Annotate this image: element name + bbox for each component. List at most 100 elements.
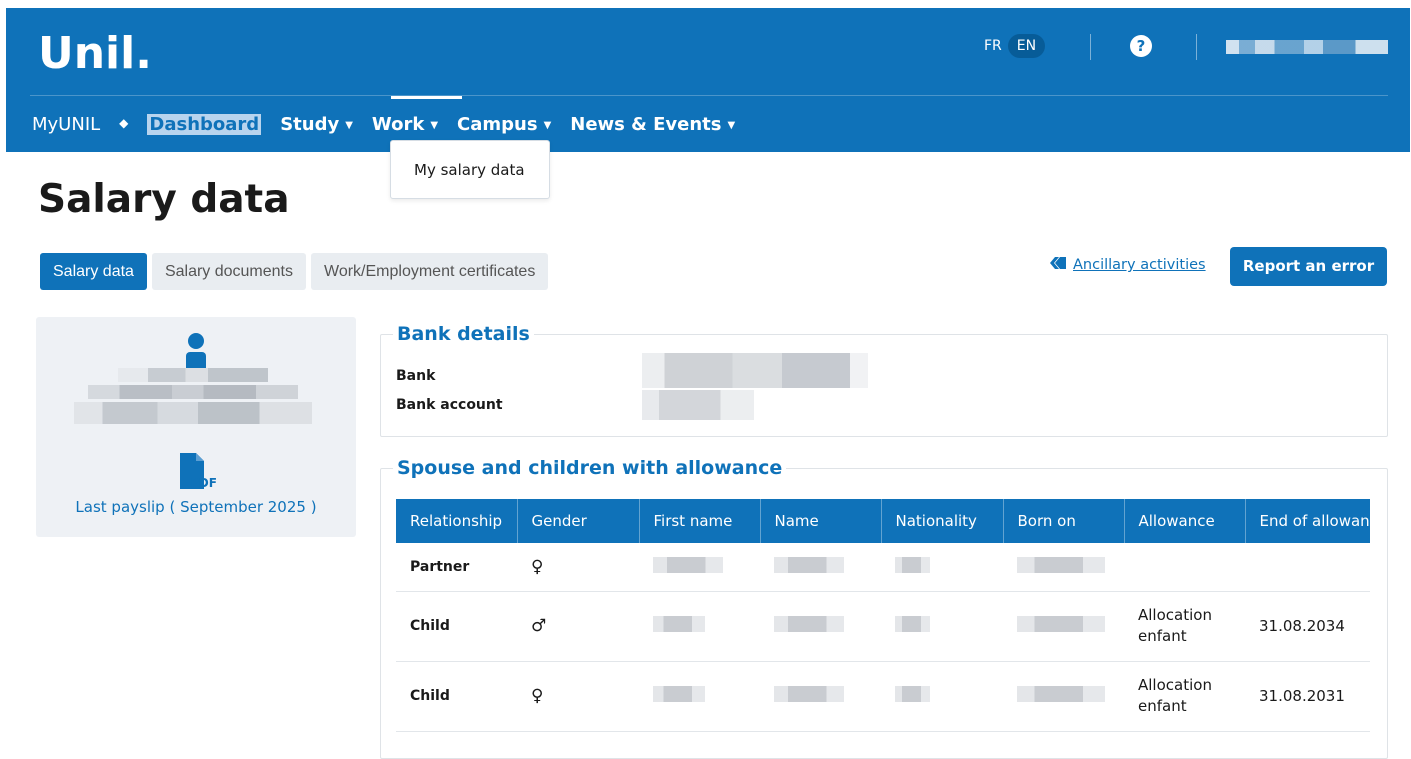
redacted-info <box>88 385 298 399</box>
header-divider <box>1090 34 1091 60</box>
cell-born-on <box>1003 591 1124 662</box>
nav-divider <box>30 95 1388 96</box>
redacted-birthdate <box>1017 616 1105 632</box>
col-nationality[interactable]: Nationality <box>881 499 1004 543</box>
cell-relationship: Child <box>396 591 517 662</box>
cell-born-on <box>1003 661 1124 732</box>
work-dropdown-menu: My salary data <box>390 140 550 199</box>
cell-allowance <box>1124 543 1245 592</box>
allowance-table-wrapper: Relationship Gender First name Name Nati… <box>396 499 1370 749</box>
redacted-nationality <box>895 556 930 573</box>
col-first-name[interactable]: First name <box>639 499 761 543</box>
user-menu[interactable] <box>1226 40 1388 54</box>
cell-first-name <box>639 543 760 592</box>
chevron-down-icon: ▼ <box>543 119 552 131</box>
cell-allowance: Allocation enfant <box>1124 591 1245 662</box>
male-icon: ♂ <box>517 591 639 662</box>
redacted-nationality <box>895 686 930 702</box>
bank-details-heading: Bank details <box>397 323 530 345</box>
tab-work-certificates[interactable]: Work/Employment certificates <box>311 253 549 290</box>
last-payslip-link[interactable]: Last payslip ( September 2025 ) <box>36 498 356 516</box>
redacted-account <box>642 390 754 420</box>
table-row: Child ♂ Allocation enfant 31.08.2034 <box>396 591 1370 662</box>
redacted-name <box>774 616 844 632</box>
menu-item-my-salary-data[interactable]: My salary data <box>414 161 525 179</box>
redacted-nationality <box>895 616 930 632</box>
chevron-down-icon: ▼ <box>727 119 736 131</box>
report-error-button[interactable]: Report an error <box>1230 247 1387 286</box>
redacted-first-name <box>653 686 705 702</box>
header-divider <box>1196 34 1197 60</box>
table-row: Partner ♀ <box>396 543 1370 592</box>
nav-work[interactable]: Work ▼ <box>372 114 438 135</box>
nav-study-label: Study <box>280 113 340 135</box>
cell-nationality <box>881 661 1003 732</box>
nav-news-events[interactable]: News & Events ▼ <box>570 114 735 135</box>
bank-label: Bank <box>396 368 436 384</box>
cell-name <box>760 661 881 732</box>
allowance-table: Relationship Gender First name Name Nati… <box>396 499 1370 732</box>
allowance-heading: Spouse and children with allowance <box>397 457 783 479</box>
diamond-separator-icon: ◆ <box>119 116 129 130</box>
cell-nationality <box>881 543 1003 592</box>
female-icon: ♀ <box>517 661 639 732</box>
top-header: Unil. FR EN ? MyUNIL ◆ Dashboard Study ▼ … <box>6 8 1410 152</box>
redacted-info <box>74 402 312 424</box>
female-icon: ♀ <box>517 543 639 592</box>
main-nav: MyUNIL ◆ Dashboard Study ▼ Work ▼ Campus ▼ … <box>32 110 754 138</box>
cell-born-on <box>1003 543 1124 592</box>
cell-end-of-allowance: 31.08.2034 <box>1245 591 1370 662</box>
lang-en-button[interactable]: EN <box>1007 34 1046 58</box>
col-end-of-allowance[interactable]: End of allowance <box>1245 499 1370 543</box>
nav-home[interactable]: MyUNIL <box>32 114 100 135</box>
redacted-bank <box>642 353 868 388</box>
cell-relationship: Child <box>396 661 517 732</box>
nav-dashboard[interactable]: Dashboard <box>147 113 262 135</box>
pdf-label: PDF <box>190 476 217 490</box>
cell-name <box>760 591 881 662</box>
nav-campus[interactable]: Campus ▼ <box>457 114 551 135</box>
col-relationship[interactable]: Relationship <box>396 499 518 543</box>
ancillary-activities-label: Ancillary activities <box>1073 257 1206 273</box>
lang-fr-button[interactable]: FR <box>978 38 1008 54</box>
tab-salary-documents[interactable]: Salary documents <box>151 253 306 290</box>
cell-first-name <box>639 591 760 662</box>
page-title: Salary data <box>38 177 290 222</box>
redacted-first-name <box>653 556 723 573</box>
ancillary-activities-link[interactable]: Ancillary activities <box>1050 257 1206 273</box>
nav-news-events-label: News & Events <box>570 113 722 135</box>
nav-work-label: Work <box>371 113 425 135</box>
col-born-on[interactable]: Born on <box>1003 499 1125 543</box>
redacted-birthdate <box>1017 556 1105 573</box>
nav-study[interactable]: Study ▼ <box>280 114 353 135</box>
redacted-name <box>118 368 268 382</box>
cell-end-of-allowance: 31.08.2031 <box>1245 661 1370 732</box>
table-row: Child ♀ Allocation enfant 31.08.2031 <box>396 661 1370 732</box>
language-switcher: FR EN <box>978 33 1046 59</box>
chevron-down-icon: ▼ <box>345 119 353 131</box>
bank-details-panel: Bank details <box>380 323 1388 437</box>
col-name[interactable]: Name <box>760 499 882 543</box>
active-nav-indicator <box>391 96 462 99</box>
bank-account-label: Bank account <box>396 397 503 413</box>
cell-first-name <box>639 661 760 732</box>
table-header-row: Relationship Gender First name Name Nati… <box>396 499 1370 543</box>
pdf-file-icon[interactable]: PDF <box>178 451 218 491</box>
redacted-birthdate <box>1017 686 1105 702</box>
col-gender[interactable]: Gender <box>517 499 640 543</box>
tab-salary-data[interactable]: Salary data <box>40 253 147 290</box>
cell-relationship: Partner <box>396 543 517 592</box>
redacted-name <box>774 686 844 702</box>
redacted-name <box>774 556 844 573</box>
tags-icon <box>1050 257 1066 273</box>
cell-allowance: Allocation enfant <box>1124 661 1245 732</box>
cell-end-of-allowance <box>1245 543 1370 592</box>
cell-nationality <box>881 591 1003 662</box>
col-allowance[interactable]: Allowance <box>1124 499 1246 543</box>
nav-campus-label: Campus <box>457 113 538 135</box>
question-circle-icon[interactable]: ? <box>1130 35 1152 57</box>
tab-bar: Salary data Salary documents Work/Employ… <box>40 253 553 290</box>
chevron-down-icon: ▼ <box>430 119 439 131</box>
cell-name <box>760 543 881 592</box>
unil-logo[interactable]: Unil. <box>38 28 152 79</box>
